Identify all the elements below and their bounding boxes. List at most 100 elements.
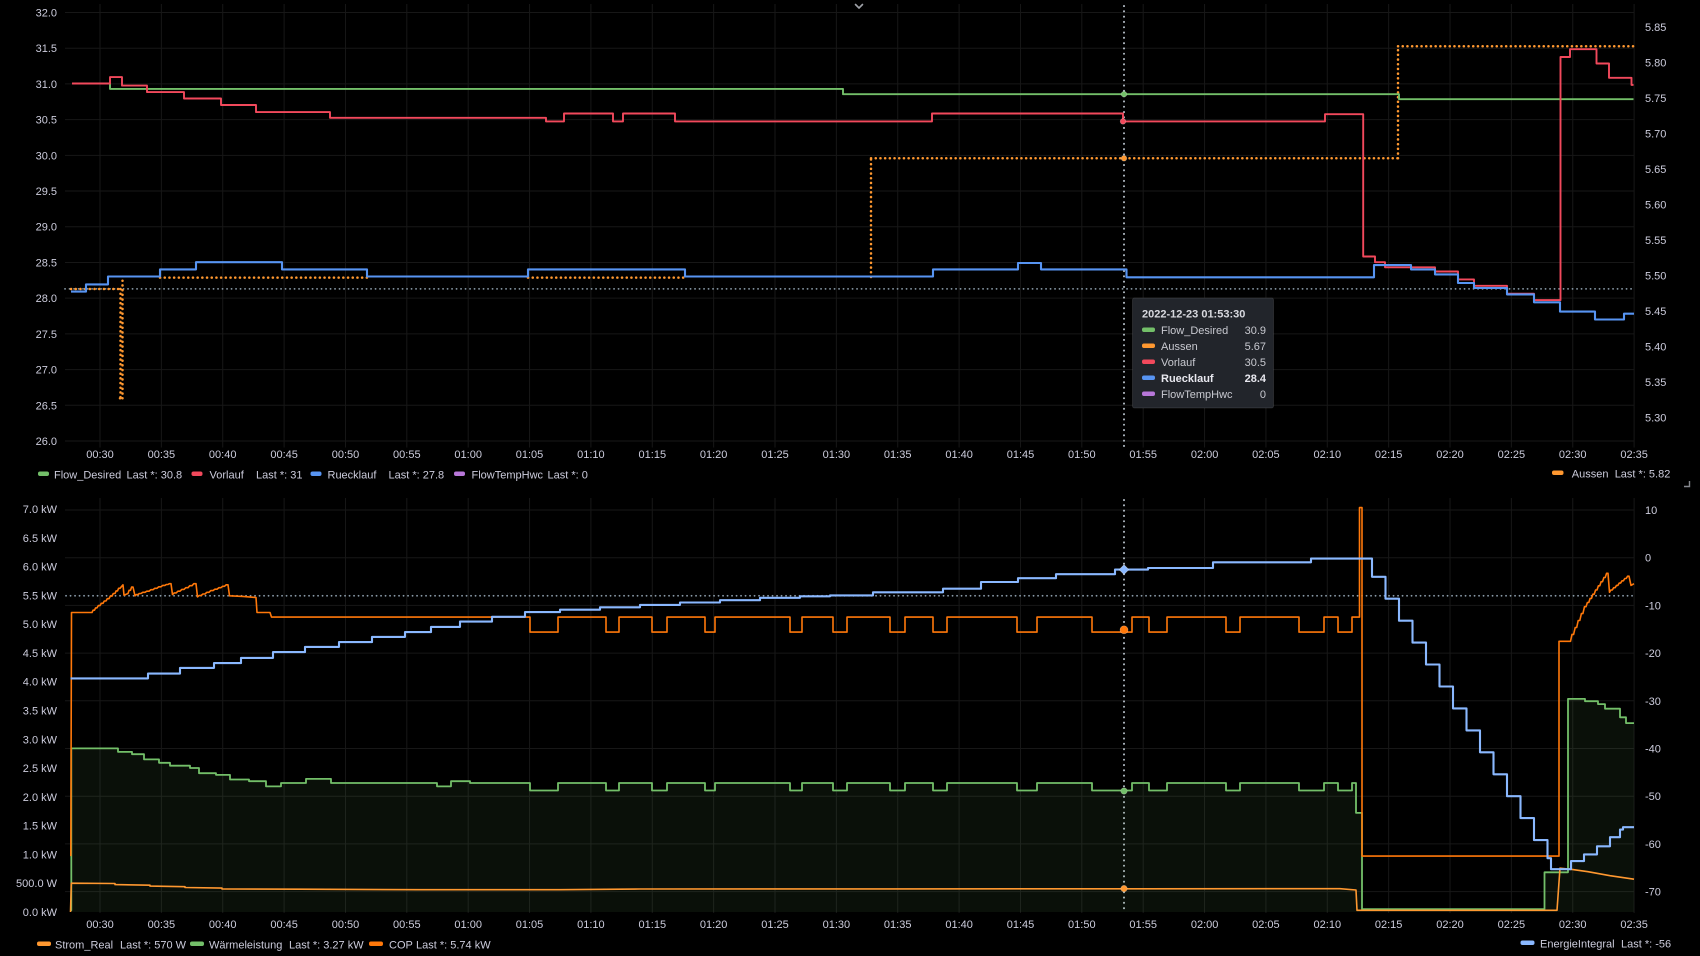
svg-text:Ruecklauf: Ruecklauf bbox=[328, 470, 378, 482]
svg-text:1.5 kW: 1.5 kW bbox=[23, 821, 58, 833]
svg-text:Last *: 5.74 kW: Last *: 5.74 kW bbox=[416, 940, 491, 952]
svg-text:COP: COP bbox=[389, 940, 413, 952]
svg-text:27.5: 27.5 bbox=[36, 329, 57, 341]
svg-text:02:00: 02:00 bbox=[1191, 919, 1219, 931]
svg-text:02:35: 02:35 bbox=[1620, 919, 1648, 931]
svg-text:0: 0 bbox=[1645, 553, 1651, 565]
svg-text:01:10: 01:10 bbox=[577, 449, 605, 461]
svg-text:27.0: 27.0 bbox=[36, 365, 57, 377]
svg-text:01:50: 01:50 bbox=[1068, 919, 1096, 931]
svg-text:Ruecklauf: Ruecklauf bbox=[1161, 373, 1214, 385]
svg-text:5.65: 5.65 bbox=[1645, 164, 1666, 176]
svg-text:5.45: 5.45 bbox=[1645, 306, 1666, 318]
svg-text:5.35: 5.35 bbox=[1645, 377, 1666, 389]
svg-text:00:35: 00:35 bbox=[148, 919, 176, 931]
svg-text:5.85: 5.85 bbox=[1645, 22, 1666, 34]
svg-text:3.5 kW: 3.5 kW bbox=[23, 706, 58, 718]
svg-text:5.70: 5.70 bbox=[1645, 129, 1666, 141]
svg-text:5.55: 5.55 bbox=[1645, 235, 1666, 247]
svg-text:1.0 kW: 1.0 kW bbox=[23, 849, 58, 861]
svg-text:01:30: 01:30 bbox=[823, 919, 851, 931]
svg-text:01:55: 01:55 bbox=[1129, 449, 1157, 461]
svg-text:02:30: 02:30 bbox=[1559, 449, 1587, 461]
svg-text:Flow_Desired: Flow_Desired bbox=[54, 470, 121, 482]
svg-text:02:25: 02:25 bbox=[1498, 449, 1526, 461]
svg-text:02:35: 02:35 bbox=[1620, 449, 1648, 461]
svg-text:01:25: 01:25 bbox=[761, 919, 789, 931]
svg-text:Flow_Desired: Flow_Desired bbox=[1161, 325, 1228, 337]
svg-text:01:55: 01:55 bbox=[1129, 919, 1157, 931]
svg-text:0.0 kW: 0.0 kW bbox=[23, 907, 58, 919]
svg-text:500.0 W: 500.0 W bbox=[16, 878, 58, 890]
svg-text:5.40: 5.40 bbox=[1645, 342, 1666, 354]
svg-text:5.5 kW: 5.5 kW bbox=[23, 590, 58, 602]
svg-text:00:30: 00:30 bbox=[86, 919, 114, 931]
svg-text:02:30: 02:30 bbox=[1559, 919, 1587, 931]
svg-text:28.5: 28.5 bbox=[36, 258, 57, 270]
svg-text:Wärmeleistung: Wärmeleistung bbox=[209, 940, 282, 952]
svg-text:02:25: 02:25 bbox=[1498, 919, 1526, 931]
svg-text:5.0 kW: 5.0 kW bbox=[23, 619, 58, 631]
svg-text:0: 0 bbox=[1260, 389, 1266, 401]
svg-text:01:50: 01:50 bbox=[1068, 449, 1096, 461]
svg-text:3.0 kW: 3.0 kW bbox=[23, 734, 58, 746]
svg-text:5.60: 5.60 bbox=[1645, 200, 1666, 212]
svg-text:32.0: 32.0 bbox=[36, 8, 57, 20]
svg-text:5.80: 5.80 bbox=[1645, 58, 1666, 70]
svg-text:Last *: -56: Last *: -56 bbox=[1621, 939, 1671, 951]
svg-text:01:10: 01:10 bbox=[577, 919, 605, 931]
svg-text:Vorlauf: Vorlauf bbox=[210, 470, 245, 482]
svg-text:01:20: 01:20 bbox=[700, 449, 728, 461]
svg-text:-70: -70 bbox=[1645, 887, 1661, 899]
svg-text:00:40: 00:40 bbox=[209, 449, 237, 461]
svg-text:02:10: 02:10 bbox=[1314, 919, 1342, 931]
svg-text:5.30: 5.30 bbox=[1645, 413, 1666, 425]
svg-text:01:15: 01:15 bbox=[639, 449, 667, 461]
svg-text:02:05: 02:05 bbox=[1252, 919, 1280, 931]
svg-text:30.9: 30.9 bbox=[1245, 325, 1266, 337]
svg-text:Last *: 27.8: Last *: 27.8 bbox=[389, 470, 445, 482]
svg-text:31.5: 31.5 bbox=[36, 43, 57, 55]
svg-text:4.0 kW: 4.0 kW bbox=[23, 677, 58, 689]
svg-text:Vorlauf: Vorlauf bbox=[1161, 357, 1196, 369]
svg-text:01:40: 01:40 bbox=[945, 919, 973, 931]
svg-text:29.5: 29.5 bbox=[36, 186, 57, 198]
svg-text:-50: -50 bbox=[1645, 791, 1661, 803]
svg-text:30.5: 30.5 bbox=[36, 115, 57, 127]
svg-text:2022-12-23 01:53:30: 2022-12-23 01:53:30 bbox=[1142, 309, 1245, 321]
svg-text:28.0: 28.0 bbox=[36, 293, 57, 305]
svg-text:01:30: 01:30 bbox=[823, 449, 851, 461]
svg-text:28.4: 28.4 bbox=[1245, 373, 1267, 385]
svg-text:01:35: 01:35 bbox=[884, 449, 912, 461]
svg-text:Aussen: Aussen bbox=[1161, 341, 1198, 353]
svg-text:5.75: 5.75 bbox=[1645, 93, 1666, 105]
svg-text:EnergieIntegral: EnergieIntegral bbox=[1540, 939, 1615, 951]
svg-text:26.0: 26.0 bbox=[36, 436, 57, 448]
svg-text:30.0: 30.0 bbox=[36, 150, 57, 162]
svg-text:00:45: 00:45 bbox=[270, 919, 298, 931]
svg-text:FlowTempHwc: FlowTempHwc bbox=[472, 470, 544, 482]
svg-text:00:50: 00:50 bbox=[332, 919, 360, 931]
svg-text:Strom_Real: Strom_Real bbox=[55, 940, 113, 952]
svg-text:01:00: 01:00 bbox=[454, 919, 482, 931]
svg-text:01:40: 01:40 bbox=[945, 449, 973, 461]
svg-text:5.50: 5.50 bbox=[1645, 271, 1666, 283]
svg-text:10: 10 bbox=[1645, 505, 1657, 517]
svg-text:02:15: 02:15 bbox=[1375, 449, 1403, 461]
svg-text:01:05: 01:05 bbox=[516, 919, 544, 931]
svg-text:00:50: 00:50 bbox=[332, 449, 360, 461]
svg-text:01:20: 01:20 bbox=[700, 919, 728, 931]
svg-text:26.5: 26.5 bbox=[36, 400, 57, 412]
svg-text:02:20: 02:20 bbox=[1436, 919, 1464, 931]
svg-text:Aussen: Aussen bbox=[1572, 469, 1609, 481]
svg-text:00:35: 00:35 bbox=[148, 449, 176, 461]
svg-text:01:25: 01:25 bbox=[761, 449, 789, 461]
svg-text:Last *: 5.82: Last *: 5.82 bbox=[1615, 469, 1671, 481]
svg-text:00:40: 00:40 bbox=[209, 919, 237, 931]
svg-text:00:45: 00:45 bbox=[270, 449, 298, 461]
svg-text:02:20: 02:20 bbox=[1436, 449, 1464, 461]
svg-text:2.0 kW: 2.0 kW bbox=[23, 792, 58, 804]
svg-text:00:55: 00:55 bbox=[393, 449, 421, 461]
svg-text:30.5: 30.5 bbox=[1245, 357, 1266, 369]
svg-text:02:05: 02:05 bbox=[1252, 449, 1280, 461]
